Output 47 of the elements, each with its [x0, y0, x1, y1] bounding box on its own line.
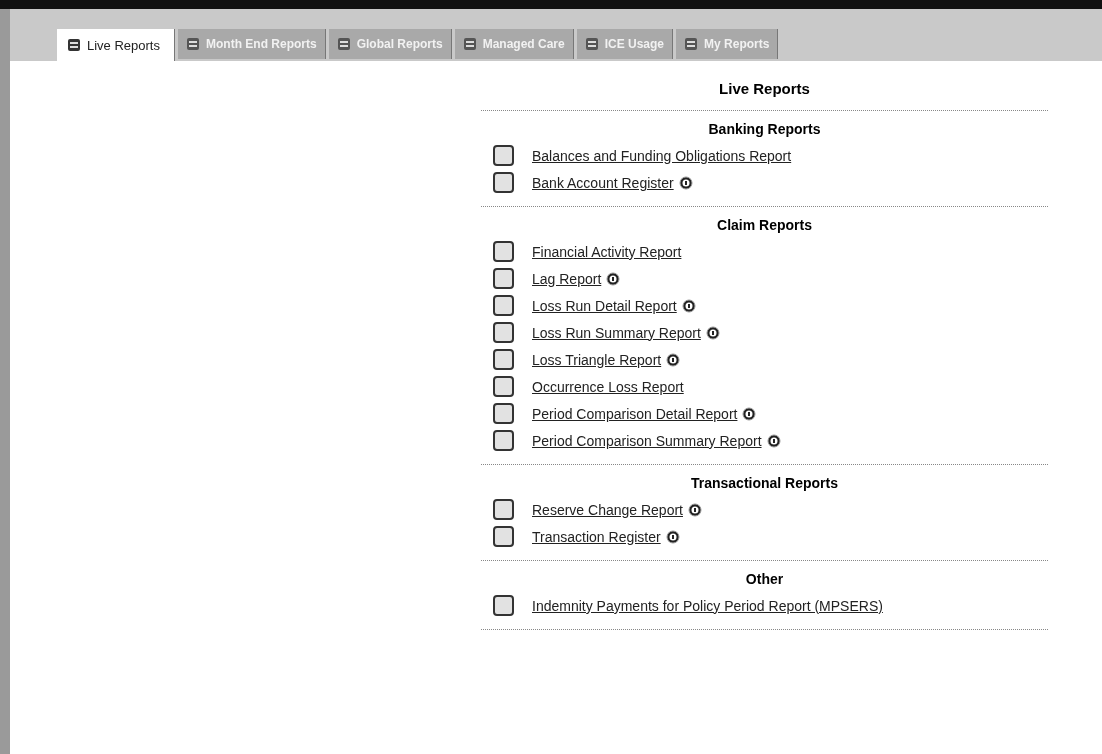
- report-link[interactable]: Transaction Register: [532, 528, 661, 545]
- report-icon[interactable]: [493, 526, 514, 547]
- report-link[interactable]: Financial Activity Report: [532, 243, 682, 260]
- report-link[interactable]: Period Comparison Summary Report: [532, 432, 762, 449]
- report-icon[interactable]: [493, 499, 514, 520]
- tab-icon: [584, 37, 599, 51]
- help-icon[interactable]: [766, 433, 781, 448]
- report-link[interactable]: Loss Run Summary Report: [532, 324, 701, 341]
- tab-icon: [462, 37, 477, 51]
- section-heading: Other: [744, 571, 785, 587]
- page-title: Live Reports: [718, 80, 811, 99]
- report-icon[interactable]: [493, 349, 514, 370]
- help-icon[interactable]: [606, 271, 621, 286]
- tab-icon: [336, 37, 351, 51]
- report-link[interactable]: Loss Triangle Report: [532, 351, 662, 368]
- report-icon[interactable]: [493, 322, 514, 343]
- report-icon[interactable]: [493, 430, 514, 451]
- section-heading: Banking Reports: [707, 121, 822, 137]
- report-link[interactable]: Indemnity Payments for Policy Period Report (MPSERS): [532, 597, 883, 614]
- tab-icon: [67, 38, 81, 52]
- help-icon[interactable]: [678, 175, 693, 190]
- report-link[interactable]: Loss Run Detail Report: [532, 297, 677, 314]
- section-heading: Transactional Reports: [689, 475, 839, 491]
- report-link[interactable]: Balances and Funding Obligations Report: [532, 147, 792, 164]
- help-icon[interactable]: [681, 298, 696, 313]
- report-icon[interactable]: [493, 172, 514, 193]
- report-icon[interactable]: [493, 595, 514, 616]
- report-link[interactable]: Period Comparison Detail Report: [532, 405, 738, 422]
- report-icon[interactable]: [493, 376, 514, 397]
- report-link[interactable]: Occurrence Loss Report: [532, 378, 684, 395]
- tab-icon: [186, 37, 200, 51]
- report-icon[interactable]: [493, 295, 514, 316]
- section-heading: Claim Reports: [716, 217, 813, 233]
- help-icon[interactable]: [666, 352, 681, 367]
- help-icon[interactable]: [665, 529, 680, 544]
- report-icon[interactable]: [493, 268, 514, 289]
- report-icon[interactable]: [493, 403, 514, 424]
- report-link[interactable]: Lag Report: [532, 270, 602, 287]
- help-icon[interactable]: [742, 406, 757, 421]
- report-icon[interactable]: [493, 145, 514, 166]
- report-link[interactable]: Bank Account Register: [532, 174, 674, 191]
- report-icon[interactable]: [493, 241, 514, 262]
- help-icon[interactable]: [705, 325, 720, 340]
- help-icon[interactable]: [688, 502, 702, 517]
- tab-icon: [684, 37, 699, 51]
- report-tab[interactable]: Live Reports: [57, 29, 175, 61]
- report-link[interactable]: Reserve Change Report: [532, 501, 683, 518]
